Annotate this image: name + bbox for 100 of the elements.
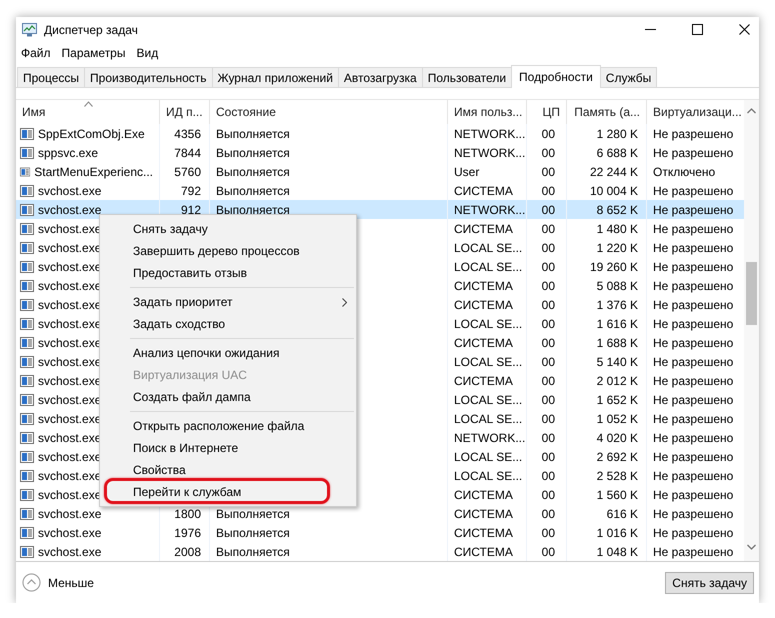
table-cell: СИСТЕМА bbox=[454, 544, 513, 558]
process-name: svchost.exe bbox=[38, 430, 102, 444]
collapse-icon[interactable] bbox=[22, 573, 41, 592]
process-name: SppExtComObj.Exe bbox=[38, 126, 145, 140]
table-cell: Не разрешено bbox=[653, 412, 734, 426]
table-cell: Не разрешено bbox=[653, 146, 734, 160]
table-cell: Не разрешено bbox=[653, 126, 734, 140]
table-cell: NETWORK... bbox=[454, 146, 526, 160]
table-cell: СИСТЕМА bbox=[454, 222, 513, 236]
column-header[interactable]: Состояние bbox=[210, 100, 448, 124]
process-name: svchost.exe bbox=[38, 392, 102, 406]
process-icon bbox=[20, 204, 34, 216]
table-cell: 1 052 K bbox=[596, 412, 638, 426]
table-cell: 1 220 K bbox=[596, 240, 638, 254]
table-cell: 7844 bbox=[174, 146, 201, 160]
table-cell: 4356 bbox=[174, 126, 201, 140]
process-icon bbox=[20, 356, 34, 368]
scroll-down-icon[interactable] bbox=[747, 544, 756, 550]
close-icon bbox=[738, 24, 750, 35]
table-cell: СИСТЕМА bbox=[454, 526, 513, 540]
menu-item[interactable]: Задать сходство bbox=[100, 313, 356, 335]
table-cell: Не разрешено bbox=[653, 336, 734, 350]
process-name: svchost.exe bbox=[38, 450, 102, 464]
process-name: svchost.exe bbox=[38, 298, 102, 312]
maximize-icon bbox=[692, 24, 702, 35]
table-cell: 6 688 K bbox=[596, 146, 638, 160]
table-cell: 00 bbox=[542, 354, 555, 368]
table-cell: 4 020 K bbox=[596, 430, 638, 444]
table-cell: Выполняется bbox=[216, 184, 290, 198]
table-cell: Не разрешено bbox=[653, 544, 734, 558]
table-cell: 00 bbox=[542, 164, 555, 178]
table-cell: 1 688 K bbox=[596, 336, 638, 350]
tab[interactable]: Автозагрузка bbox=[338, 67, 423, 87]
table-cell: Не разрешено bbox=[653, 222, 734, 236]
table-cell: Выполняется bbox=[216, 202, 290, 216]
tab[interactable]: Производительность bbox=[84, 67, 212, 87]
tab[interactable]: Пользователи bbox=[422, 67, 512, 87]
table-cell: 00 bbox=[542, 450, 555, 464]
table-cell: LOCAL SE... bbox=[454, 468, 522, 482]
table-cell: 1 016 K bbox=[596, 526, 638, 540]
table-cell: 2008 bbox=[174, 544, 201, 558]
table-cell: СИСТЕМА bbox=[454, 278, 513, 292]
process-icon bbox=[20, 432, 34, 444]
menu-bar-item[interactable]: Параметры bbox=[58, 46, 130, 60]
table-cell: Не разрешено bbox=[653, 392, 734, 406]
table-cell: 1 376 K bbox=[596, 298, 638, 312]
tab[interactable]: Службы bbox=[600, 67, 658, 87]
process-icon bbox=[20, 146, 34, 158]
table-cell: СИСТЕМА bbox=[454, 336, 513, 350]
process-row[interactable]: svchost.exe 912 Выполняется NETWORK... 00 8 652 K Не разрешено bbox=[16, 200, 745, 219]
table-cell: Выполняется bbox=[216, 544, 290, 558]
table-cell: LOCAL SE... bbox=[454, 450, 522, 464]
table-cell: 00 bbox=[542, 202, 555, 216]
table-cell: 1 480 K bbox=[596, 222, 638, 236]
process-icon bbox=[20, 394, 34, 406]
tab[interactable]: Процессы bbox=[17, 67, 86, 87]
table-cell: Не разрешено bbox=[653, 316, 734, 330]
process-name: svchost.exe bbox=[38, 202, 102, 216]
process-icon bbox=[20, 412, 34, 424]
process-icon bbox=[20, 526, 34, 538]
process-icon bbox=[20, 470, 34, 482]
column-header[interactable]: Имя bbox=[16, 100, 160, 124]
fewer-details-link[interactable]: Меньше bbox=[48, 576, 94, 590]
scroll-up-icon[interactable] bbox=[747, 108, 756, 114]
table-cell: 8 652 K bbox=[596, 202, 638, 216]
column-header[interactable]: Имя польз... bbox=[448, 100, 527, 124]
scrollbar-thumb[interactable] bbox=[746, 262, 757, 325]
process-icon bbox=[20, 508, 34, 520]
table-cell: 00 bbox=[542, 298, 555, 312]
table-cell: СИСТЕМА bbox=[454, 184, 513, 198]
table-cell: Не разрешено bbox=[653, 468, 734, 482]
table-cell: NETWORK... bbox=[454, 430, 526, 444]
end-task-button[interactable]: Снять задачу bbox=[665, 572, 754, 594]
table-cell: 00 bbox=[542, 146, 555, 160]
process-icon bbox=[20, 336, 34, 348]
process-name: sppsvc.exe bbox=[38, 146, 98, 160]
table-cell: 00 bbox=[542, 488, 555, 502]
menu-bar-item[interactable]: Файл bbox=[17, 46, 55, 60]
table-cell: LOCAL SE... bbox=[454, 392, 522, 406]
tab[interactable]: Подробности bbox=[511, 65, 601, 88]
table-cell: 912 bbox=[180, 202, 201, 216]
process-name: svchost.exe bbox=[38, 222, 102, 236]
table-cell: Не разрешено bbox=[653, 430, 734, 444]
table-cell: 2 692 K bbox=[596, 450, 638, 464]
column-header[interactable]: Память (а... bbox=[567, 100, 647, 124]
menu-item[interactable]: Снять задачу bbox=[100, 218, 356, 240]
table-cell: LOCAL SE... bbox=[454, 412, 522, 426]
table-cell: 00 bbox=[542, 222, 555, 236]
process-icon bbox=[20, 280, 34, 292]
process-icon bbox=[20, 166, 30, 178]
table-cell: 10 004 K bbox=[590, 184, 638, 198]
table-cell: 5760 bbox=[174, 164, 201, 178]
process-name: svchost.exe bbox=[38, 526, 102, 540]
menu-bar-item[interactable]: Вид bbox=[132, 46, 162, 60]
tab[interactable]: Журнал приложений bbox=[212, 67, 339, 87]
table-cell: 1 652 K bbox=[596, 392, 638, 406]
process-name: svchost.exe bbox=[38, 336, 102, 350]
column-header[interactable]: ЦП bbox=[527, 100, 567, 124]
table-cell: 1976 bbox=[174, 526, 201, 540]
column-header[interactable]: ИД п... bbox=[160, 100, 210, 124]
